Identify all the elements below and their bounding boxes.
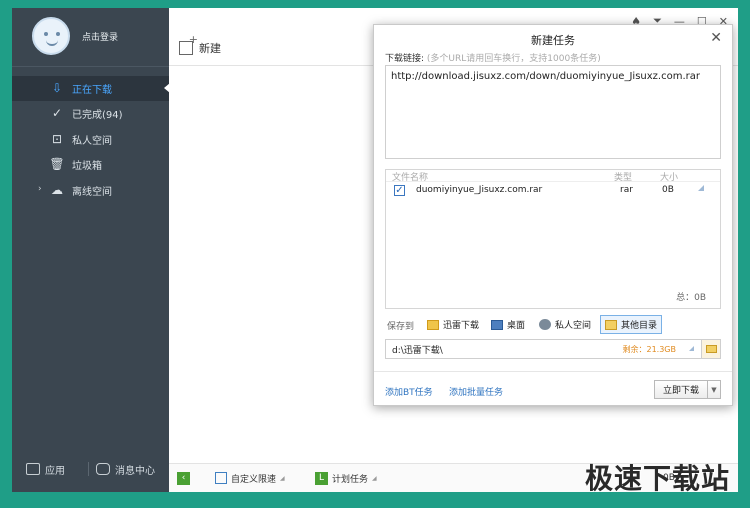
sidebar-item-label: 私人空间 (72, 136, 112, 147)
desktop-icon (491, 319, 503, 330)
sidebar-item-private-space[interactable]: ⊡ 私人空间 (12, 127, 169, 152)
table-header: 文件名称 类型 大小 (386, 170, 720, 183)
new-task-label: 新建 (199, 42, 221, 55)
apps-icon (26, 463, 40, 475)
app-window: 点击登录 ⇩ 正在下载 ✓ 已完成(94) ⊡ 私人空间 🗑 垃圾箱 › ☁ 离… (12, 8, 738, 492)
table-row[interactable]: ✓ duomiyinyue_Jisuxz.com.rar rar 0B (386, 183, 720, 199)
save-option-label: 私人空间 (555, 321, 592, 331)
column-name-header[interactable]: 文件名称 (392, 170, 428, 183)
cloud-icon: ☁ (51, 183, 63, 197)
dropdown-arrow-icon: ◢ (280, 474, 285, 482)
row-checkbox[interactable]: ✓ (394, 185, 405, 196)
sidebar-item-trash[interactable]: 🗑 垃圾箱 (12, 152, 169, 177)
free-space: 剩余：21.3GB (622, 345, 677, 354)
save-path-field[interactable]: d:\迅雷下载\ 剩余：21.3GB (385, 339, 721, 359)
save-option-label: 桌面 (507, 321, 526, 331)
speed-limit-button[interactable]: 自定义限速 ◢ (215, 472, 285, 485)
speed-icon (215, 472, 227, 484)
url-textarea[interactable]: http://download.jisuxz.com/down/duomiyin… (385, 65, 721, 159)
download-now-button[interactable]: 立即下载 (654, 380, 708, 399)
save-option-label: 迅雷下载 (443, 321, 480, 331)
link-label-row: 下载链接: (多个URL请用回车换行，支持1000条任务) (385, 51, 601, 64)
save-option-thunder[interactable]: 迅雷下载 (423, 315, 483, 334)
footer-divider (88, 462, 89, 476)
save-option-other[interactable]: 其他目录 (600, 315, 663, 334)
save-option-private[interactable]: 私人空间 (535, 315, 595, 334)
dialog-title: 新建任务 (531, 34, 575, 47)
link-label: 下载链接: (385, 54, 425, 64)
browse-folder-button[interactable] (701, 340, 720, 358)
save-to-label: 保存到 (387, 322, 415, 332)
schedule-icon: L (315, 471, 328, 485)
private-space-icon (539, 319, 551, 330)
file-name: duomiyinyue_Jisuxz.com.rar (416, 185, 543, 195)
download-arrow-icon: ⇩ (51, 81, 63, 95)
column-size-header[interactable]: 大小 (660, 170, 678, 183)
link-hint: (多个URL请用回车换行，支持1000条任务) (426, 54, 601, 64)
new-task-button[interactable]: 新建 (179, 33, 221, 56)
sidebar-item-label: 垃圾箱 (72, 161, 102, 172)
status-bar: ‹ 自定义限速 ◢ L 计划任务 ◢ 0B 极速下载站 (169, 462, 738, 492)
chevron-left-icon: ‹ (177, 471, 190, 485)
scheduled-tasks-label: 计划任务 (332, 474, 369, 485)
sidebar-footer: 应用 消息中心 (12, 454, 169, 484)
path-dropdown-icon[interactable] (689, 346, 694, 351)
message-center-button[interactable]: 消息中心 (96, 462, 155, 477)
sidebar-item-downloading[interactable]: ⇩ 正在下载 (12, 76, 170, 101)
save-option-desktop[interactable]: 桌面 (487, 315, 529, 334)
speed-limit-label: 自定义限速 (231, 474, 277, 485)
folder-icon (605, 319, 617, 330)
chevron-right-icon[interactable]: › (38, 184, 42, 194)
new-task-dialog: 新建任务 ✕ 下载链接: (多个URL请用回车换行，支持1000条任务) htt… (373, 24, 733, 406)
message-center-label: 消息中心 (115, 465, 155, 477)
sidebar-item-label: 离线空间 (72, 187, 112, 198)
file-table: 文件名称 类型 大小 ✓ duomiyinyue_Jisuxz.com.rar … (385, 169, 721, 309)
file-size: 0B (662, 185, 674, 195)
sidebar-item-offline-space[interactable]: › ☁ 离线空间 (12, 178, 169, 203)
save-path-value: d:\迅雷下载\ (392, 346, 443, 356)
close-icon[interactable]: ✕ (710, 30, 722, 46)
folder-icon (705, 345, 717, 353)
file-type: rar (620, 185, 633, 195)
save-location-bar: 保存到 迅雷下载 桌面 私人空间 其他目录 (385, 315, 721, 335)
sidebar-item-completed[interactable]: ✓ 已完成(94) (12, 101, 169, 126)
main-panel: ♠ ⏷ — ☐ ✕ 新建 ‹ 自定义限速 ◢ L 计划任务 (169, 8, 738, 492)
apps-button[interactable]: 应用 (26, 462, 65, 477)
new-task-icon (179, 33, 198, 55)
check-circle-icon: ✓ (51, 106, 63, 120)
column-type-header[interactable]: 类型 (614, 170, 632, 183)
lock-icon: ⊡ (51, 132, 63, 146)
folder-icon (427, 319, 439, 330)
add-batch-task-link[interactable]: 添加批量任务 (449, 385, 503, 398)
expand-corner-icon[interactable] (698, 185, 704, 191)
watermark-logo: 极速下载站 (584, 462, 730, 492)
collapse-button[interactable]: ‹ (177, 471, 190, 485)
message-icon (96, 463, 110, 475)
sidebar: 点击登录 ⇩ 正在下载 ✓ 已完成(94) ⊡ 私人空间 🗑 垃圾箱 › ☁ 离… (12, 8, 170, 492)
sidebar-item-label: 已完成(94) (72, 110, 123, 121)
save-option-label: 其他目录 (621, 321, 658, 331)
apps-label: 应用 (45, 465, 65, 477)
trash-icon: 🗑 (49, 157, 65, 171)
total-size: 总：0B (676, 293, 706, 303)
sidebar-item-label: 正在下载 (72, 85, 112, 96)
scheduled-tasks-button[interactable]: L 计划任务 ◢ (315, 471, 377, 485)
dialog-divider (374, 371, 732, 372)
dropdown-arrow-icon: ◢ (372, 474, 377, 482)
avatar[interactable] (32, 17, 70, 55)
sidebar-divider (12, 66, 169, 67)
login-link[interactable]: 点击登录 (82, 30, 118, 43)
download-options-dropdown[interactable]: ▼ (707, 380, 721, 399)
url-value: http://download.jisuxz.com/down/duomiyin… (391, 71, 700, 82)
add-bt-task-link[interactable]: 添加BT任务 (385, 385, 433, 398)
